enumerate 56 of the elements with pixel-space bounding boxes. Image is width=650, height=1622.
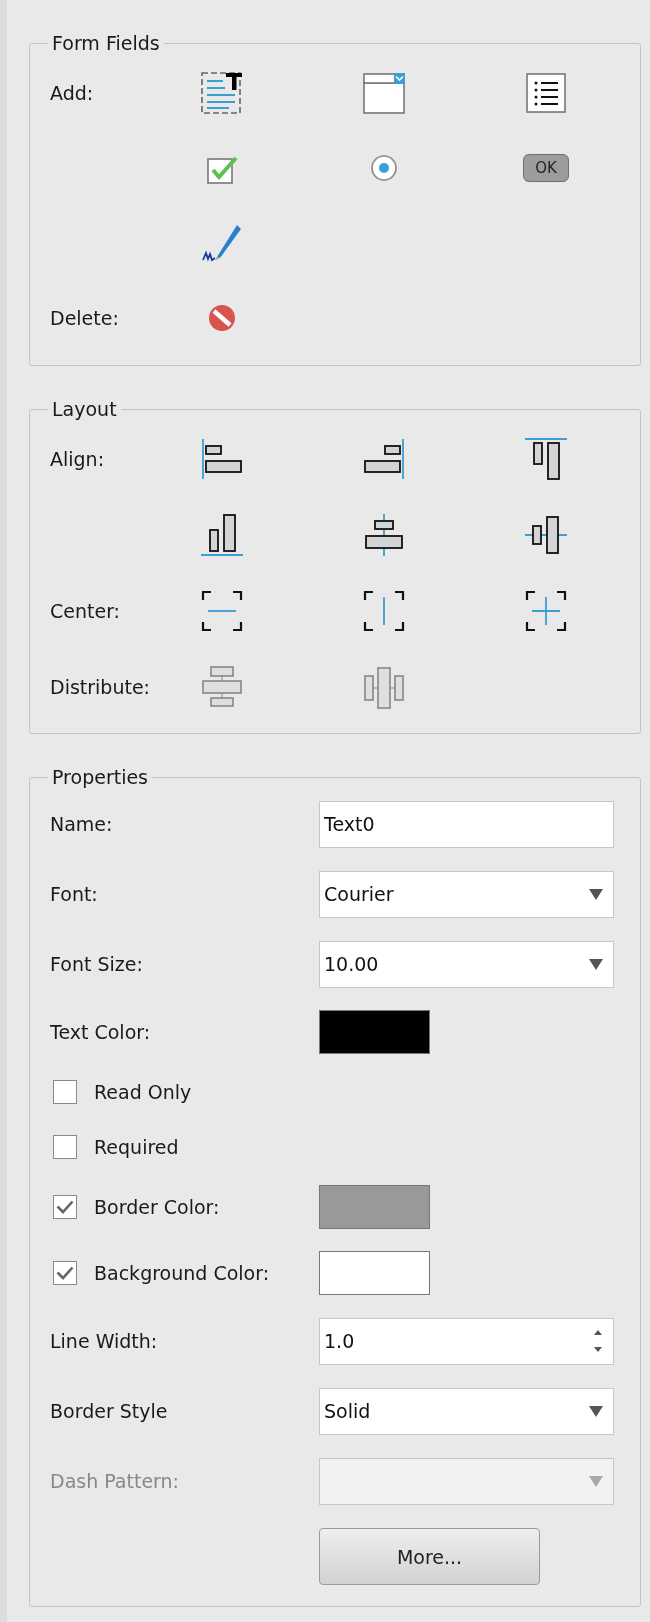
row-label: Distribute:	[50, 676, 150, 698]
more-button[interactable]: More...	[319, 1528, 540, 1585]
row-label: Add:	[50, 81, 94, 104]
align-top-icon	[523, 436, 569, 482]
spin-box[interactable]: 1.0	[319, 1317, 614, 1365]
align-top-tool[interactable]	[523, 436, 569, 482]
center-horizontal-tool[interactable]	[199, 588, 245, 634]
color-swatch[interactable]	[319, 1251, 430, 1295]
field-label: Name:	[50, 813, 113, 835]
caret-icon	[589, 1405, 603, 1417]
checkbox-label: Border Color:	[94, 1196, 220, 1218]
group-title: Layout	[51, 397, 118, 421]
row-label: Delete:	[50, 306, 119, 329]
row-label: Center:	[50, 600, 121, 622]
center-both-tool[interactable]	[523, 588, 569, 634]
caret-icon	[589, 888, 603, 900]
distribute-vertical-icon	[199, 664, 245, 710]
center-vertical-icon	[361, 588, 407, 634]
align-right-tool[interactable]	[361, 436, 407, 482]
center-horizontal-icon	[199, 588, 245, 634]
color-swatch[interactable]	[319, 1185, 430, 1229]
checkbox[interactable]	[53, 1261, 77, 1285]
group-title: Properties	[51, 765, 150, 789]
dropdown[interactable]: Solid	[319, 1387, 614, 1435]
caret-icon	[589, 958, 603, 970]
field-label: Border Style	[50, 1400, 168, 1422]
field-label: Text Color:	[50, 1020, 151, 1043]
checkbox-label: Required	[94, 1135, 179, 1158]
checkbox[interactable]	[53, 1134, 77, 1159]
text-field-tool[interactable]	[199, 69, 245, 116]
checkbox-label: Read Only	[94, 1080, 192, 1103]
field-label: Line Width:	[50, 1330, 158, 1352]
field-label: Font Size:	[50, 953, 143, 975]
caret-icon	[589, 1475, 603, 1487]
center-both-icon	[523, 588, 569, 634]
align-right-icon	[361, 436, 407, 482]
align-bottom-icon	[199, 512, 245, 558]
center-vertical-tool[interactable]	[361, 588, 407, 634]
checkbox[interactable]	[53, 1079, 77, 1104]
field-label: Font:	[50, 883, 98, 905]
text-field-icon	[199, 69, 245, 116]
align-left-tool[interactable]	[199, 436, 245, 482]
checkbox[interactable]	[53, 1195, 77, 1219]
distribute-horizontal-icon	[361, 664, 407, 710]
row-label: Align:	[50, 448, 105, 470]
align-left-icon	[199, 436, 245, 482]
group-title: Form Fields	[51, 31, 161, 55]
align-bottom-tool[interactable]	[199, 512, 245, 558]
push-button-tool[interactable]: OK	[523, 153, 569, 182]
field-label: Dash Pattern:	[50, 1470, 179, 1492]
color-swatch[interactable]	[319, 1009, 430, 1054]
text-field[interactable]: Text0	[319, 800, 614, 848]
spinner-arrows-icon	[593, 1328, 603, 1354]
dropdown[interactable]: 10.00	[319, 940, 614, 988]
dropdown[interactable]: Courier	[319, 870, 614, 918]
checkbox-label: Background Color:	[94, 1262, 270, 1284]
